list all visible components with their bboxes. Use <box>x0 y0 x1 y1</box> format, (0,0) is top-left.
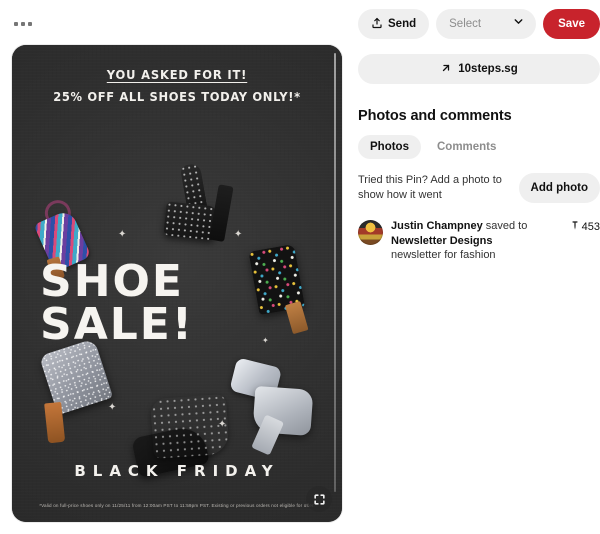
expand-icon[interactable] <box>306 486 332 512</box>
avatar[interactable] <box>358 220 383 245</box>
pin-details-column: Send Select Save 10steps.sg Photos and c… <box>358 0 600 534</box>
source-link-button[interactable]: 10steps.sg <box>358 54 600 84</box>
activity-text: Justin Champney saved to Newsletter Desi… <box>391 219 562 263</box>
dot <box>21 22 25 26</box>
pin-fineprint: *Valid on full-price shoes only on 11/25… <box>39 503 315 508</box>
pin-media-column: ✦ ✦ ✦ ✦ ✦ YOU ASKED FOR IT! 25% OFF ALL … <box>0 0 352 534</box>
shoe-black-studded-platform <box>155 159 247 263</box>
board-select-placeholder: Select <box>449 18 482 30</box>
pin-footer-text: BLACK FRIDAY <box>74 462 280 480</box>
pin-action-row: Send Select Save <box>358 9 600 39</box>
activity-user-name[interactable]: Justin Champney <box>391 220 483 232</box>
tab-photos[interactable]: Photos <box>358 135 421 159</box>
activity-row: Justin Champney saved to Newsletter Desi… <box>358 219 600 263</box>
send-button[interactable]: Send <box>358 9 430 39</box>
save-button[interactable]: Save <box>543 9 600 39</box>
pin-headline-secondary: 25% OFF ALL SHOES TODAY ONLY!* <box>53 89 301 104</box>
dot <box>14 22 18 26</box>
activity-verb: saved to <box>482 220 528 232</box>
send-button-label: Send <box>388 18 417 30</box>
more-options-icon[interactable] <box>14 16 42 32</box>
dot <box>28 22 32 26</box>
board-select[interactable]: Select <box>436 9 537 39</box>
photos-and-comments-heading: Photos and comments <box>358 108 512 124</box>
pin-image[interactable]: ✦ ✦ ✦ ✦ ✦ YOU ASKED FOR IT! 25% OFF ALL … <box>12 45 342 522</box>
star-icon: ✦ <box>218 419 227 430</box>
add-photo-prompt-text: Tried this Pin? Add a photo to show how … <box>358 174 502 201</box>
pin-sale-title: SHOE SALE! <box>40 256 194 351</box>
external-link-arrow-icon <box>440 62 452 77</box>
pin-sale-title-line-2: SALE! <box>40 299 194 351</box>
pin-headline-primary: YOU ASKED FOR IT! <box>106 67 248 82</box>
star-icon: ✦ <box>118 229 127 240</box>
star-icon: ✦ <box>234 229 243 240</box>
pin-detail-page: ✦ ✦ ✦ ✦ ✦ YOU ASKED FOR IT! 25% OFF ALL … <box>0 0 600 534</box>
add-photo-button[interactable]: Add photo <box>518 173 600 203</box>
shoe-heel <box>209 184 234 243</box>
add-photo-prompt-row: Tried this Pin? Add a photo to show how … <box>358 173 600 203</box>
pushpin-icon <box>570 220 580 234</box>
pin-edge-highlight <box>334 53 336 492</box>
share-icon <box>371 17 383 32</box>
pin-sale-title-line-1: SHOE <box>40 256 184 307</box>
shoe-heel <box>284 300 309 335</box>
activity-note: newsletter for fashion <box>391 249 496 262</box>
star-icon: ✦ <box>262 336 269 345</box>
photos-comments-tabs: Photos Comments <box>358 135 600 159</box>
save-count-value: 453 <box>581 221 600 233</box>
pin-headline: YOU ASKED FOR IT! 25% OFF ALL SHOES TODA… <box>12 67 342 104</box>
source-link-label: 10steps.sg <box>458 63 518 75</box>
chevron-down-icon <box>512 15 525 33</box>
tab-comments[interactable]: Comments <box>425 135 508 159</box>
star-icon: ✦ <box>108 402 117 413</box>
save-count: 453 <box>570 220 600 234</box>
activity-board-name[interactable]: Newsletter Designs <box>391 235 492 247</box>
